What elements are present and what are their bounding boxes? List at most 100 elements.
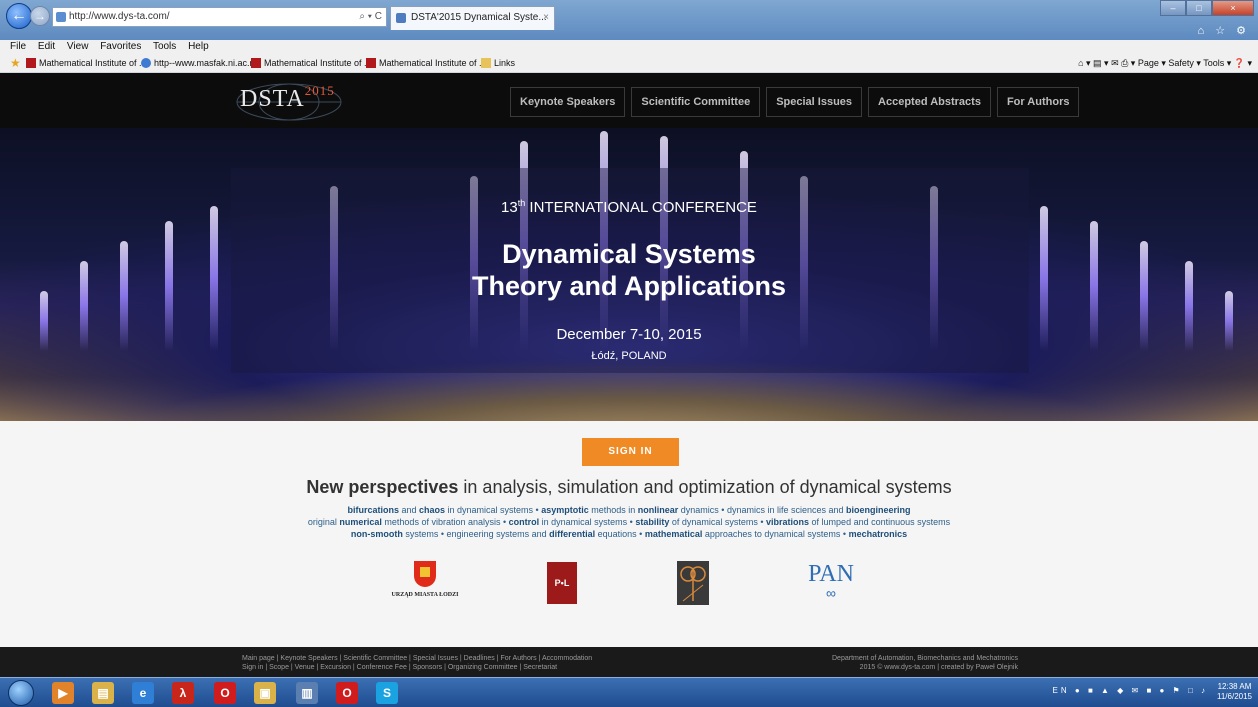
acrobat-icon[interactable]: λ [172, 682, 194, 704]
topic-keyword: numerical [339, 517, 382, 527]
pan-academy-logo[interactable]: PAN ∞ [800, 561, 862, 611]
menu-favorites[interactable]: Favorites [100, 41, 141, 52]
topic-line: original numerical methods of vibration … [0, 516, 1258, 528]
logo-year: 2015 [304, 83, 335, 98]
nav-keynote-speakers[interactable]: Keynote Speakers [510, 87, 626, 117]
favorite-item[interactable]: Mathematical Institute of ... [251, 54, 372, 72]
topic-text: methods of vibration analysis • [381, 517, 509, 527]
document-icon[interactable]: ▥ [296, 682, 318, 704]
topic-keyword: chaos [419, 505, 446, 515]
site-header: DSTA2015 Keynote Speakers Scientific Com… [0, 73, 1258, 128]
menu-tools[interactable]: Tools [153, 41, 176, 52]
topic-line: bifurcations and chaos in dynamical syst… [0, 504, 1258, 516]
clock[interactable]: 12:38 AM 11/6/2015 [1217, 682, 1252, 702]
conference-title: Dynamical Systems Theory and Application… [471, 239, 787, 301]
tab-favicon [396, 13, 406, 23]
topic-text: systems • engineering systems and [402, 529, 550, 539]
footer-credits: Department of Automation, Biomechanics a… [832, 655, 1018, 671]
topic-keyword: non-smooth [350, 529, 403, 539]
conference-topics: bifurcations and chaos in dynamical syst… [0, 504, 1258, 540]
hero-banner: 13th INTERNATIONAL CONFERENCE Dynamical … [0, 128, 1258, 421]
forward-button[interactable]: → [30, 6, 50, 26]
topic-text: original [307, 517, 340, 527]
topic-keyword: differential [549, 529, 596, 539]
favorite-item[interactable]: Mathematical Institute of ... [366, 54, 487, 72]
footer-links[interactable]: Main page | Keynote Speakers | Scientifi… [242, 654, 592, 672]
conference-edition: 13th INTERNATIONAL CONFERENCE [501, 198, 757, 216]
browser-tab[interactable]: DSTA'2015 Dynamical Syste... × [390, 6, 555, 30]
topic-text: of dynamical systems • [669, 517, 767, 527]
tagline: New perspectives in analysis, simulation… [306, 477, 952, 497]
nav-scientific-committee[interactable]: Scientific Committee [631, 87, 761, 117]
maximize-button[interactable]: □ [1186, 0, 1212, 16]
topic-line: non-smooth systems • engineering systems… [0, 528, 1258, 540]
topic-keyword: vibrations [766, 517, 810, 527]
tab-close-icon[interactable]: × [543, 7, 549, 29]
institute-icon [366, 58, 376, 68]
topic-text: and [398, 505, 420, 515]
start-button[interactable] [8, 680, 34, 706]
tab-title: DSTA'2015 Dynamical Syste... [411, 12, 547, 23]
opera-icon[interactable]: O [214, 682, 236, 704]
menu-file[interactable]: File [10, 41, 26, 52]
menu-bar: File Edit View Favorites Tools Help [0, 40, 1258, 54]
minimize-button[interactable]: – [1160, 0, 1186, 16]
close-window-button[interactable]: × [1212, 0, 1254, 16]
sign-in-button[interactable]: SIGN IN [582, 438, 679, 466]
institute-logo-icon[interactable] [677, 561, 709, 605]
topic-keyword: nonlinear [637, 505, 679, 515]
ie-page-icon [141, 58, 151, 68]
file-explorer-icon[interactable]: ▤ [92, 682, 114, 704]
home-favorites-tools-icons[interactable]: ⌂ ☆ ⚙ [1198, 24, 1250, 37]
favorites-bar: ★ Mathematical Institute of ... http--ww… [0, 54, 1258, 73]
back-button[interactable]: ← [6, 3, 32, 29]
lodz-city-logo[interactable]: URZĄD MIASTA ŁODZI [385, 561, 465, 611]
topic-text: in dynamical systems • [445, 505, 542, 515]
nav-accepted-abstracts[interactable]: Accepted Abstracts [868, 87, 991, 117]
main-content: SIGN IN New perspectives in analysis, si… [0, 421, 1258, 647]
topic-text: in dynamical systems • [539, 517, 636, 527]
lodz-university-logo[interactable]: P•L [547, 562, 577, 604]
windows-taskbar: ▶ ▤ e λ O ▣ ▥ O S EN ● ■ ▲ ◆ ✉ ■ ● ⚑ □ ♪ 12:38 A… [0, 677, 1258, 707]
topic-text: approaches to dynamical systems • [702, 529, 849, 539]
site-logo[interactable]: DSTA2015 [240, 83, 335, 113]
topic-text: of lumped and continuous systems [809, 517, 951, 527]
nav-for-authors[interactable]: For Authors [996, 87, 1080, 117]
favorite-item[interactable]: Links [481, 54, 515, 72]
address-url[interactable]: http://www.dys-ta.com/ [69, 11, 170, 22]
topic-keyword: mechatronics [848, 529, 908, 539]
favorites-star-icon[interactable]: ★ [10, 57, 21, 69]
menu-edit[interactable]: Edit [38, 41, 55, 52]
internet-explorer-icon[interactable]: e [132, 682, 154, 704]
topic-text: equations • [595, 529, 645, 539]
topic-text: dynamics • dynamics in life sciences and [678, 505, 847, 515]
address-bar[interactable]: http://www.dys-ta.com/ ⌕ ▾ C [52, 7, 387, 27]
command-bar[interactable]: ⌂ ▾ ▤ ▾ ✉ ⎙ ▾ Page ▾ Safety ▾ Tools ▾ ❓ … [1078, 54, 1252, 72]
window-controls: – □ × [1160, 0, 1254, 16]
browser-titlebar: ← → http://www.dys-ta.com/ ⌕ ▾ C DSTA'20… [0, 0, 1258, 40]
address-actions[interactable]: ⌕ ▾ C [359, 8, 382, 26]
institute-icon [251, 58, 261, 68]
folder-icon[interactable]: ▣ [254, 682, 276, 704]
topic-text: methods in [588, 505, 638, 515]
opera-icon-2[interactable]: O [336, 682, 358, 704]
media-player-icon[interactable]: ▶ [52, 682, 74, 704]
site-footer: Main page | Keynote Speakers | Scientifi… [0, 647, 1258, 677]
menu-help[interactable]: Help [188, 41, 209, 52]
favorite-item[interactable]: Mathematical Institute of ... [26, 54, 147, 72]
topic-keyword: asymptotic [541, 505, 589, 515]
folder-icon [481, 58, 491, 68]
lodz-shield-icon [414, 561, 436, 587]
system-tray[interactable]: EN ● ■ ▲ ◆ ✉ ■ ● ⚑ □ ♪ [1053, 686, 1208, 695]
favorite-item[interactable]: http--www.masfak.ni.ac.r... [141, 54, 260, 72]
skype-icon[interactable]: S [376, 682, 398, 704]
menu-view[interactable]: View [67, 41, 89, 52]
topic-keyword: bioengineering [846, 505, 911, 515]
conference-date: December 7-10, 2015 [556, 326, 702, 343]
pan-wave-icon: ∞ [826, 585, 836, 601]
page-icon [56, 12, 66, 22]
nav-special-issues[interactable]: Special Issues [766, 87, 863, 117]
site-nav: Keynote Speakers Scientific Committee Sp… [510, 87, 1080, 117]
topic-keyword: control [508, 517, 540, 527]
institute-icon [26, 58, 36, 68]
